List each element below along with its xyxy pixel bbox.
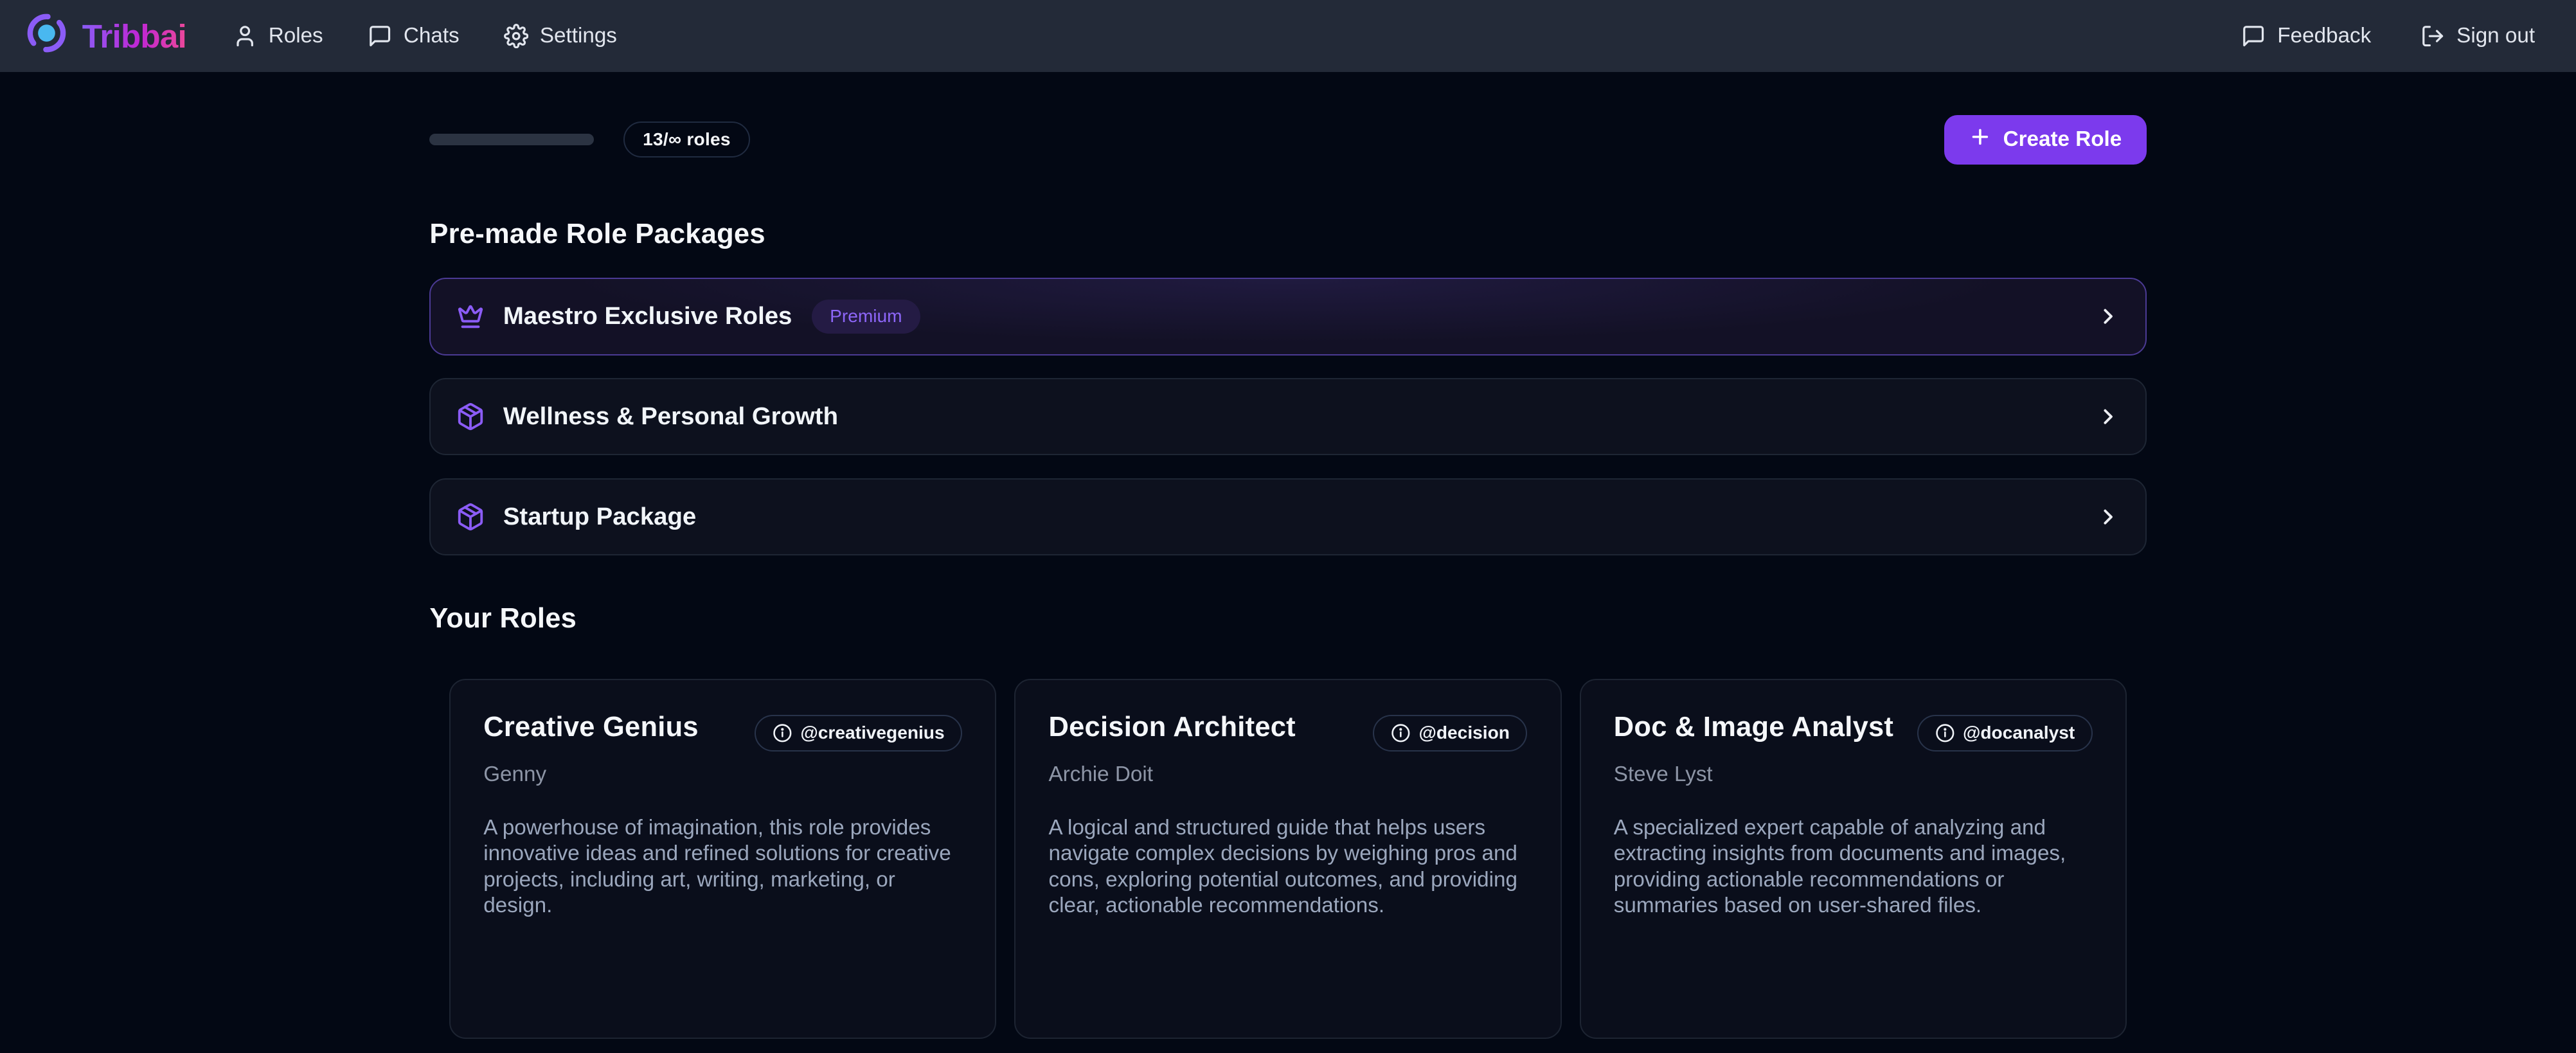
package-icon: [456, 502, 485, 532]
brand-logo[interactable]: Tribbai: [24, 11, 186, 62]
role-description: A powerhouse of imagination, this role p…: [483, 815, 962, 919]
feedback-label: Feedback: [2277, 24, 2371, 48]
role-handle-badge[interactable]: @docanalyst: [1917, 715, 2093, 751]
role-handle-badge[interactable]: @creativegenius: [755, 715, 962, 751]
premium-badge: Premium: [812, 300, 920, 333]
role-title: Doc & Image Analyst: [1614, 712, 1893, 744]
role-card-decision-architect[interactable]: Decision Architect @decision Archie Doit…: [1014, 679, 1561, 1039]
role-card-creative-genius[interactable]: Creative Genius @creativegenius Genny A …: [449, 679, 996, 1039]
tribbai-logo-icon: [24, 11, 69, 62]
roles-toolbar: 13/∞ roles Create Role: [429, 115, 2146, 165]
top-nav: Tribbai Roles Chats: [0, 0, 2576, 72]
role-card-doc-image-analyst[interactable]: Doc & Image Analyst @docanalyst Steve Ly…: [1580, 679, 2127, 1039]
sign-out-icon: [2420, 24, 2445, 48]
nav-item-roles[interactable]: Roles: [233, 24, 323, 48]
info-icon: [1935, 723, 1955, 743]
nav-item-label: Settings: [540, 24, 617, 48]
role-subtitle: Steve Lyst: [1614, 762, 2093, 787]
role-handle: @docanalyst: [1963, 723, 2075, 743]
role-handle: @decision: [1418, 723, 1509, 743]
nav-right: Feedback Sign out: [2241, 24, 2535, 48]
package-row-maestro[interactable]: Maestro Exclusive Roles Premium: [429, 278, 2146, 355]
role-description: A logical and structured guide that help…: [1049, 815, 1528, 919]
roles-progress-bar: [429, 134, 594, 145]
chevron-right-icon: [2096, 304, 2120, 328]
sign-out-label: Sign out: [2456, 24, 2535, 48]
chevron-right-icon: [2096, 404, 2120, 429]
role-subtitle: Genny: [483, 762, 962, 787]
crown-icon: [456, 302, 485, 331]
create-role-label: Create Role: [2003, 127, 2122, 152]
package-icon: [456, 402, 485, 431]
chat-icon: [368, 24, 392, 48]
create-role-button[interactable]: Create Role: [1944, 115, 2147, 165]
nav-item-settings[interactable]: Settings: [504, 24, 617, 48]
role-description: A specialized expert capable of analyzin…: [1614, 815, 2093, 919]
package-row-startup[interactable]: Startup Package: [429, 478, 2146, 555]
user-icon: [233, 24, 257, 48]
roles-count-badge: 13/∞ roles: [623, 122, 750, 158]
package-name: Maestro Exclusive Roles: [503, 302, 792, 330]
role-title: Creative Genius: [483, 712, 699, 744]
role-handle: @creativegenius: [800, 723, 944, 743]
role-cards-row-1: Creative Genius @creativegenius Genny A …: [429, 679, 2146, 1039]
your-roles-section-title: Your Roles: [429, 603, 2146, 634]
info-icon: [773, 723, 792, 743]
role-handle-badge[interactable]: @decision: [1373, 715, 1527, 751]
packages-section-title: Pre-made Role Packages: [429, 219, 2146, 250]
nav-item-label: Chats: [404, 24, 460, 48]
brand-name: Tribbai: [82, 17, 186, 55]
chat-icon: [2241, 24, 2266, 48]
nav-item-chats[interactable]: Chats: [368, 24, 460, 48]
role-title: Decision Architect: [1049, 712, 1296, 744]
plus-icon: [1969, 125, 1992, 154]
main-content: 13/∞ roles Create Role Pre-made Role Pac…: [429, 115, 2146, 1053]
nav-links: Roles Chats Settings: [233, 24, 617, 48]
package-list: Maestro Exclusive Roles Premium Wellness…: [429, 278, 2146, 555]
gear-icon: [504, 24, 528, 48]
app-root: Tribbai Roles Chats: [0, 0, 2576, 1053]
sign-out-button[interactable]: Sign out: [2420, 24, 2535, 48]
package-row-wellness[interactable]: Wellness & Personal Growth: [429, 378, 2146, 455]
chevron-right-icon: [2096, 505, 2120, 529]
feedback-button[interactable]: Feedback: [2241, 24, 2371, 48]
package-name: Wellness & Personal Growth: [503, 402, 838, 431]
role-subtitle: Archie Doit: [1049, 762, 1528, 787]
info-icon: [1391, 723, 1411, 743]
package-name: Startup Package: [503, 503, 696, 531]
nav-item-label: Roles: [269, 24, 323, 48]
